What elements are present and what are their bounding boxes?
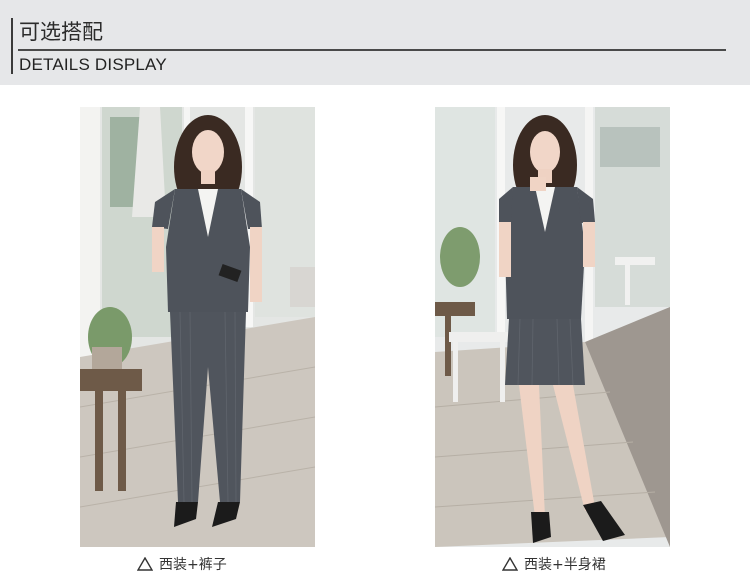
caption-suit-skirt: 西装+半身裙 xyxy=(502,554,606,574)
triangle-outline-icon xyxy=(137,557,153,571)
header-accent-bar xyxy=(11,18,13,74)
header-title-en: DETAILS DISPLAY xyxy=(19,55,167,74)
triangle-outline-icon xyxy=(502,557,518,571)
header-title-zh: 可选搭配 xyxy=(19,20,103,44)
header-divider xyxy=(18,49,726,51)
product-photo-suit-skirt xyxy=(435,107,670,547)
caption-suit-pants: 西装+裤子 xyxy=(137,554,227,574)
product-photo-suit-pants xyxy=(80,107,315,547)
section-header: 可选搭配 DETAILS DISPLAY xyxy=(0,0,750,85)
caption-text: 西装+半身裙 xyxy=(524,557,606,573)
caption-text: 西装+裤子 xyxy=(159,557,227,573)
